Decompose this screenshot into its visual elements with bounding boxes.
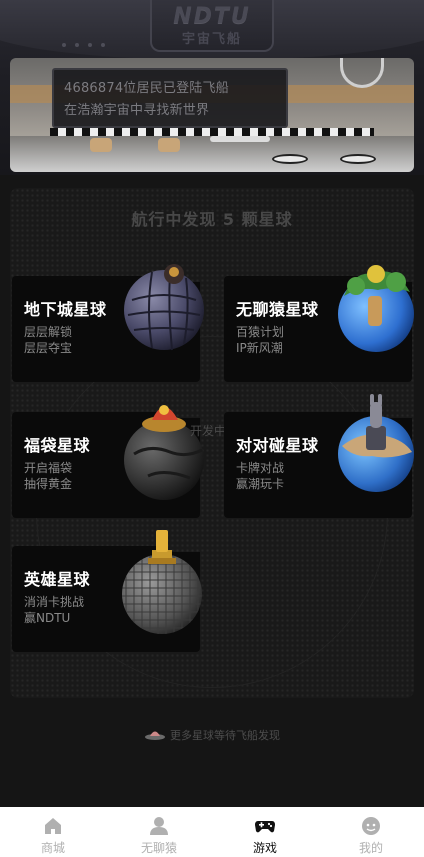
panel-title: 航行中发现 5 颗星球 (131, 210, 293, 229)
planet-card-title: 英雄星球 (24, 570, 91, 589)
ndtu-logo: NDTU (173, 4, 251, 29)
planet-card-desc: 赢NDTU (24, 611, 71, 625)
person-icon (150, 817, 168, 835)
chair-icon (158, 138, 180, 152)
ufo-icon (145, 731, 165, 740)
planet-card-title: 无聊猿星球 (236, 300, 319, 319)
home-icon (45, 818, 61, 834)
planet-card-title: 福袋星球 (24, 436, 91, 455)
planet-card-desc: 开启福袋 (24, 461, 73, 475)
voxel-planet-icon[interactable] (118, 524, 208, 636)
tab-label: 商城 (40, 841, 65, 855)
gamepad-icon (255, 821, 275, 833)
more-planets-text: 更多星球等待飞船发现 (170, 729, 280, 742)
planet-card-desc: 消消卡挑战 (24, 595, 85, 609)
planet-card-desc: 层层解锁 (24, 325, 73, 339)
face-icon (362, 817, 380, 835)
lucky-bag-planet-icon[interactable] (120, 394, 210, 502)
rabbit-planet-icon[interactable] (332, 390, 418, 496)
in-development-label: 开发中 (190, 424, 227, 438)
planet-card-title: 对对碰星球 (236, 436, 319, 455)
rug-icon (272, 154, 308, 164)
planet-card-desc: 赢潮玩卡 (236, 477, 285, 491)
tab-bored-ape[interactable]: 无聊猿 (106, 807, 212, 857)
spaceship-header: NDTU 宇宙飞船 4686874位居民已登陆飞船 在浩瀚宇宙中寻找新世界 (0, 0, 424, 175)
rug-icon (340, 154, 376, 164)
planet-card-title: 地下城星球 (24, 300, 107, 319)
tab-label: 我的 (358, 841, 383, 855)
tab-label: 无聊猿 (140, 841, 177, 855)
grid-planet-icon[interactable] (122, 260, 206, 352)
porthole-icon (340, 58, 384, 88)
mission-text: 在浩瀚宇宙中寻找新世界 (64, 103, 210, 118)
tab-mall[interactable]: 商城 (0, 807, 106, 857)
hull-lights (62, 43, 105, 47)
residents-screen: 4686874位居民已登陆飞船 在浩瀚宇宙中寻找新世界 (52, 68, 288, 128)
planet-card-desc: 抽得黄金 (24, 477, 73, 491)
planet-card-desc: 层层夺宝 (24, 341, 73, 355)
planet-card-desc: 百猿计划 (236, 325, 285, 339)
forest-planet-icon[interactable] (334, 256, 418, 356)
bottom-tab-bar: 商城 无聊猿 游戏 我的 (0, 807, 424, 857)
table-icon (210, 136, 270, 142)
tab-mine[interactable]: 我的 (318, 807, 424, 857)
tab-label: 游戏 (252, 841, 277, 855)
tab-game[interactable]: 游戏 (212, 807, 318, 857)
planet-card-desc: IP新风潮 (236, 341, 283, 355)
residents-count-text: 4686874位居民已登陆飞船 (64, 81, 229, 96)
planet-card-desc: 卡牌对战 (236, 461, 285, 475)
more-planets-hint: 更多星球等待飞船发现 (0, 727, 424, 743)
chair-icon (90, 138, 112, 152)
